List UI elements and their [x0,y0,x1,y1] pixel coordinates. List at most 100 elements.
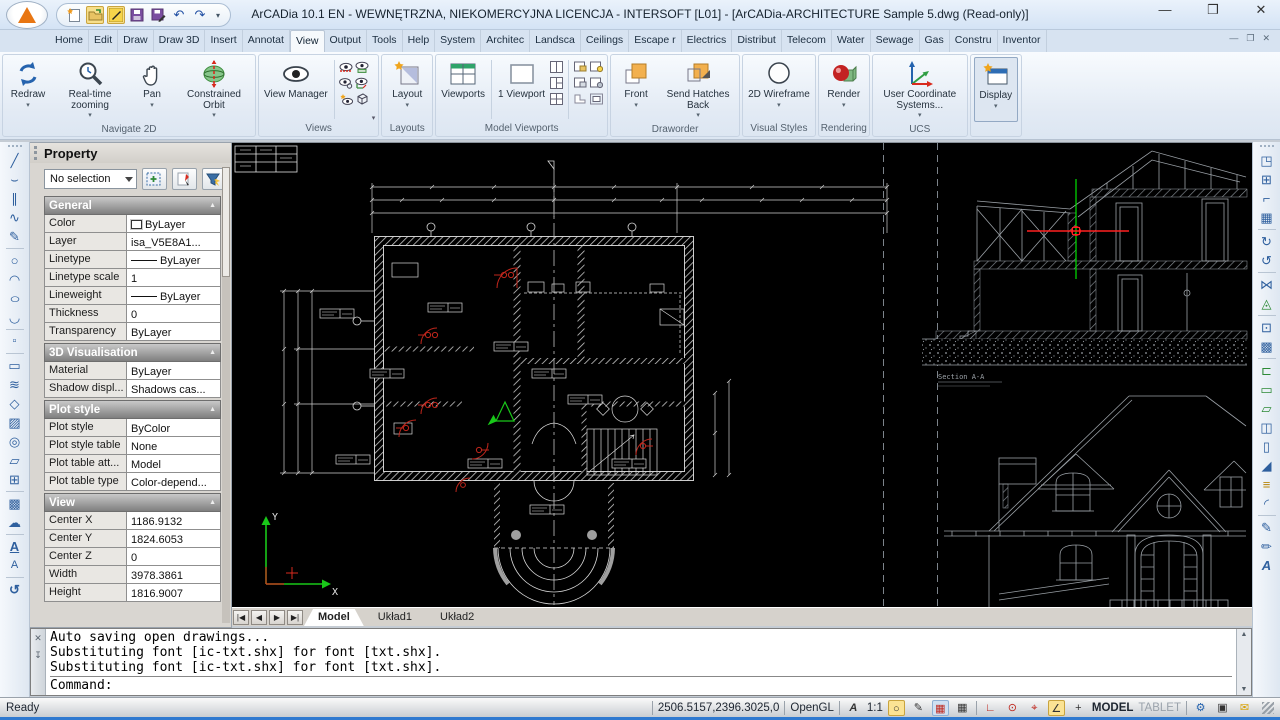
scale-tool[interactable]: ▭ [1256,380,1278,399]
line-tool[interactable]: ╱ [4,151,26,170]
two-viewports-icon[interactable] [549,60,563,73]
donut-tool[interactable]: ◎ [4,432,26,451]
lamp-icon[interactable]: ○ [888,700,905,716]
double-line-tool[interactable]: ∥ [4,189,26,208]
break-tool[interactable]: ▯ [1256,437,1278,456]
tab-home[interactable]: Home [50,30,89,52]
prop-plot-table-attached[interactable]: Plot table att...Model [44,455,221,473]
display-button[interactable]: Display [974,57,1018,122]
prop-color[interactable]: ColorByLayer [44,215,221,233]
tab-draw[interactable]: Draw [118,30,154,52]
snap-grid-icon[interactable]: ▦ [932,700,949,716]
scroll-down-icon[interactable]: ▼ [1241,686,1248,693]
named-view-icon[interactable] [339,60,353,73]
array-tool[interactable]: ▦ [1256,208,1278,227]
constrained-orbit-button[interactable]: Constrained Orbit [176,57,252,123]
command-history[interactable]: Auto saving open drawings... Substitutin… [46,629,1236,695]
tab-ceilings[interactable]: Ceilings [581,30,629,52]
view-screen-icon[interactable] [355,60,369,73]
sketch-tool[interactable]: ✎ [4,227,26,246]
prop-transparency[interactable]: TransparencyByLayer [44,323,221,341]
settings-gear-icon[interactable]: ⚙ [1192,700,1209,716]
toolbar-grip[interactable] [1260,145,1274,149]
tab-help[interactable]: Help [403,30,436,52]
box-tool[interactable]: ◫ [1256,418,1278,437]
views-more-icon[interactable]: ▾ [372,114,376,122]
prop-height[interactable]: Height1816.9007 [44,584,221,602]
prop-material[interactable]: MaterialByLayer [44,362,221,380]
viewport-boundary-icon[interactable] [589,92,603,105]
prop-center-x[interactable]: Center X1186.9132 [44,512,221,530]
viewport-lock-icon[interactable] [573,60,587,73]
front-button[interactable]: Front [614,57,658,123]
view-zoom-icon[interactable] [339,76,353,89]
four-viewports-icon[interactable] [549,92,563,105]
tab-edit[interactable]: Edit [89,30,118,52]
view-sun-icon[interactable] [339,92,353,105]
status-scale[interactable]: 1:1 [867,702,883,714]
osnap-icon[interactable]: ⌖ [1026,700,1043,716]
doc-restore-icon[interactable]: ❐ [1246,33,1254,52]
prop-plot-style-table[interactable]: Plot style tableNone [44,437,221,455]
prop-linetype[interactable]: LinetypeByLayer [44,251,221,269]
tab-draw3d[interactable]: Draw 3D [154,30,206,52]
prop-layer[interactable]: Layerisa_V5E8A1... [44,233,221,251]
wireframe-2d-button[interactable]: 2D Wireframe [746,57,812,122]
one-viewport-button[interactable]: 1 Viewport [496,57,547,122]
tab-construction[interactable]: Constru [950,30,998,52]
tab-electrics[interactable]: Electrics [682,30,733,52]
viewport-on-icon[interactable] [589,60,603,73]
minimize-button[interactable]: — [1154,2,1176,18]
status-model-mode[interactable]: MODEL [1092,702,1134,714]
offset-tool[interactable]: ⌐ [1256,189,1278,208]
point-tool[interactable]: ▫ [4,332,26,351]
fillet-tool[interactable]: ◜ [1256,494,1278,513]
copy-multiple-tool[interactable]: ⊞ [1256,170,1278,189]
doc-close-icon[interactable]: ✕ [1262,33,1270,52]
panel-grip[interactable] [34,146,38,160]
render-button[interactable]: Render [822,57,866,122]
prev-layout-button[interactable]: ◀ [251,610,267,625]
copy-tool[interactable]: ◳ [1256,151,1278,170]
last-layout-button[interactable]: ▶| [287,610,303,625]
three-viewports-icon[interactable] [549,76,563,89]
edit-text-tool[interactable]: A [1256,556,1278,575]
regen-tool[interactable]: ↺ [4,580,26,599]
tab-system[interactable]: System [435,30,481,52]
quick-select-button[interactable] [142,168,167,190]
tab-uklad1[interactable]: Układ1 [364,609,426,626]
command-prompt[interactable]: Command: [50,676,1232,694]
first-layout-button[interactable]: |◀ [233,610,249,625]
chamfer-tool[interactable]: ◢ [1256,456,1278,475]
revision-spring-tool[interactable]: ≋ [4,375,26,394]
prop-width[interactable]: Width3978.3861 [44,566,221,584]
boundary-hatch-tool[interactable]: ▨ [4,413,26,432]
close-button[interactable]: ✕ [1250,2,1272,18]
tab-uklad2[interactable]: Układ2 [426,609,488,626]
tab-tools[interactable]: Tools [367,30,403,52]
cad-viewport[interactable]: Section A-A [232,142,1252,607]
arc-tool[interactable]: ◠ [4,270,26,289]
move-3d-tool[interactable]: ▱ [1256,399,1278,418]
arcadia-logo-icon[interactable]: A [845,700,862,716]
prop-thickness[interactable]: Thickness0 [44,305,221,323]
leader-tool[interactable]: ▱ [4,451,26,470]
tab-escape-routes[interactable]: Escape r [629,30,681,52]
spline-tool[interactable]: ∿ [4,208,26,227]
section-plot-style[interactable]: Plot style [44,400,221,419]
small-text-tool[interactable]: A [4,556,26,575]
toolbar-grip[interactable] [8,145,22,149]
prop-center-z[interactable]: Center Z0 [44,548,221,566]
tab-view[interactable]: View [290,30,325,52]
prop-center-y[interactable]: Center Y1824.6053 [44,530,221,548]
mail-icon[interactable]: ✉ [1236,700,1253,716]
prop-lineweight[interactable]: LineweightByLayer [44,287,221,305]
rotate-tool[interactable]: ↻ [1256,232,1278,251]
tab-telecom[interactable]: Telecom [782,30,832,52]
tab-water[interactable]: Water [832,30,871,52]
edit-spline-tool[interactable]: ✏ [1256,537,1278,556]
shapes-tool[interactable]: ⊞ [4,470,26,489]
prop-linetype-scale[interactable]: Linetype scale1 [44,269,221,287]
annotation-pen-icon[interactable]: ✎ [910,700,927,716]
grid-icon[interactable]: ▦ [954,700,971,716]
